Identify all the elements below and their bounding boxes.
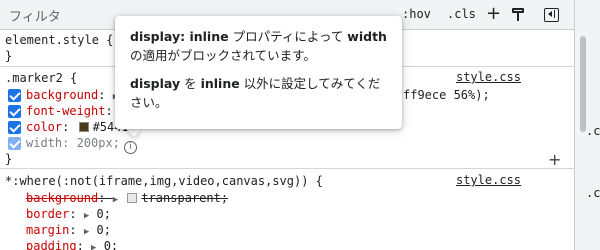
- expand-triangle-icon[interactable]: ▶: [91, 243, 96, 250]
- tooltip-message: display: inline プロパティによって width の適用がブロック…: [130, 29, 387, 63]
- rule-close-brace: }: [5, 49, 13, 63]
- gutter-fragment: .c: [586, 186, 600, 200]
- class-toggle[interactable]: .cls: [447, 7, 476, 21]
- toggle-sidebar-icon[interactable]: [544, 8, 559, 22]
- property-name: border: [26, 207, 70, 221]
- where-source-link[interactable]: style.css: [456, 173, 521, 187]
- declaration-checkbox[interactable]: [8, 121, 21, 134]
- property-name: width: [26, 136, 63, 150]
- color-swatch[interactable]: [78, 122, 89, 132]
- expand-triangle-icon[interactable]: ▶: [84, 227, 89, 237]
- marker2-selector[interactable]: .marker2 {: [5, 70, 77, 86]
- declaration-checkbox[interactable]: [8, 137, 21, 150]
- declaration-checkbox[interactable]: [8, 105, 21, 118]
- declaration-checkbox[interactable]: [8, 89, 21, 102]
- declaration-color[interactable]: color: #5441: [26, 119, 129, 135]
- scrollbar-thumb[interactable]: [580, 36, 586, 132]
- property-name: color: [26, 120, 63, 134]
- where-selector[interactable]: *:where(:not(iframe,img,video,canvas,svg…: [5, 173, 323, 189]
- property-name: font-weight: [26, 104, 106, 118]
- element-style-selector: element.style {: [5, 33, 114, 47]
- property-name: background: [26, 88, 99, 102]
- marker2-source-link[interactable]: style.css: [456, 70, 521, 84]
- info-icon[interactable]: i: [123, 141, 137, 154]
- expand-triangle-icon[interactable]: ▶: [84, 211, 89, 221]
- paint-bucket-icon[interactable]: [511, 7, 525, 22]
- inactive-css-tooltip: display: inline プロパティによって width の適用がブロック…: [115, 16, 402, 129]
- plus-icon[interactable]: +: [548, 150, 561, 169]
- property-name: padding: [26, 239, 77, 250]
- property-name: margin: [26, 223, 70, 237]
- gutter-fragment: .c: [586, 124, 600, 138]
- tooltip-hint: display を inline 以外に設定してみてください。: [130, 76, 381, 110]
- rule-divider: [0, 168, 574, 169]
- rule-close-brace: }: [5, 152, 13, 166]
- declaration-width-inactive[interactable]: width: 200px; i: [26, 135, 137, 154]
- filter-input[interactable]: フィルタ: [9, 6, 61, 25]
- declaration-font-weight[interactable]: font-weight:: [26, 103, 113, 119]
- declaration-padding[interactable]: padding: ▶ 0;: [26, 238, 118, 250]
- color-swatch[interactable]: [127, 193, 138, 203]
- property-name: background: [26, 191, 99, 205]
- hover-state-toggle[interactable]: :hov: [402, 7, 431, 21]
- background-value-tail: ff9ece 56%);: [403, 88, 490, 102]
- new-style-rule-button[interactable]: +: [486, 3, 501, 24]
